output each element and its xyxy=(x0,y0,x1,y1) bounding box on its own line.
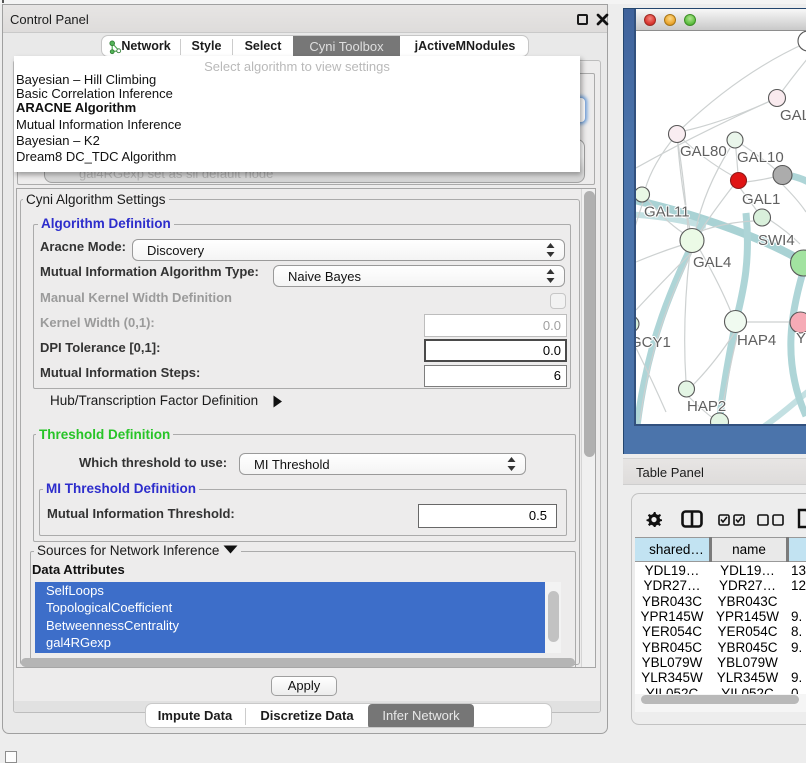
svg-text:GAL80: GAL80 xyxy=(680,143,727,160)
svg-text:GCY1: GCY1 xyxy=(636,334,671,351)
svg-text:GAL1: GAL1 xyxy=(742,191,780,208)
svg-text:GAL10: GAL10 xyxy=(737,149,784,166)
svg-text:HAP2: HAP2 xyxy=(687,398,726,415)
svg-text:GAL4: GAL4 xyxy=(693,254,731,271)
svg-text:YD: YD xyxy=(796,330,806,347)
svg-text:SWI4: SWI4 xyxy=(758,232,795,249)
svg-text:HAP4: HAP4 xyxy=(737,332,776,349)
svg-text:GAL11: GAL11 xyxy=(644,204,690,221)
svg-text:GAL7: GAL7 xyxy=(780,107,806,124)
